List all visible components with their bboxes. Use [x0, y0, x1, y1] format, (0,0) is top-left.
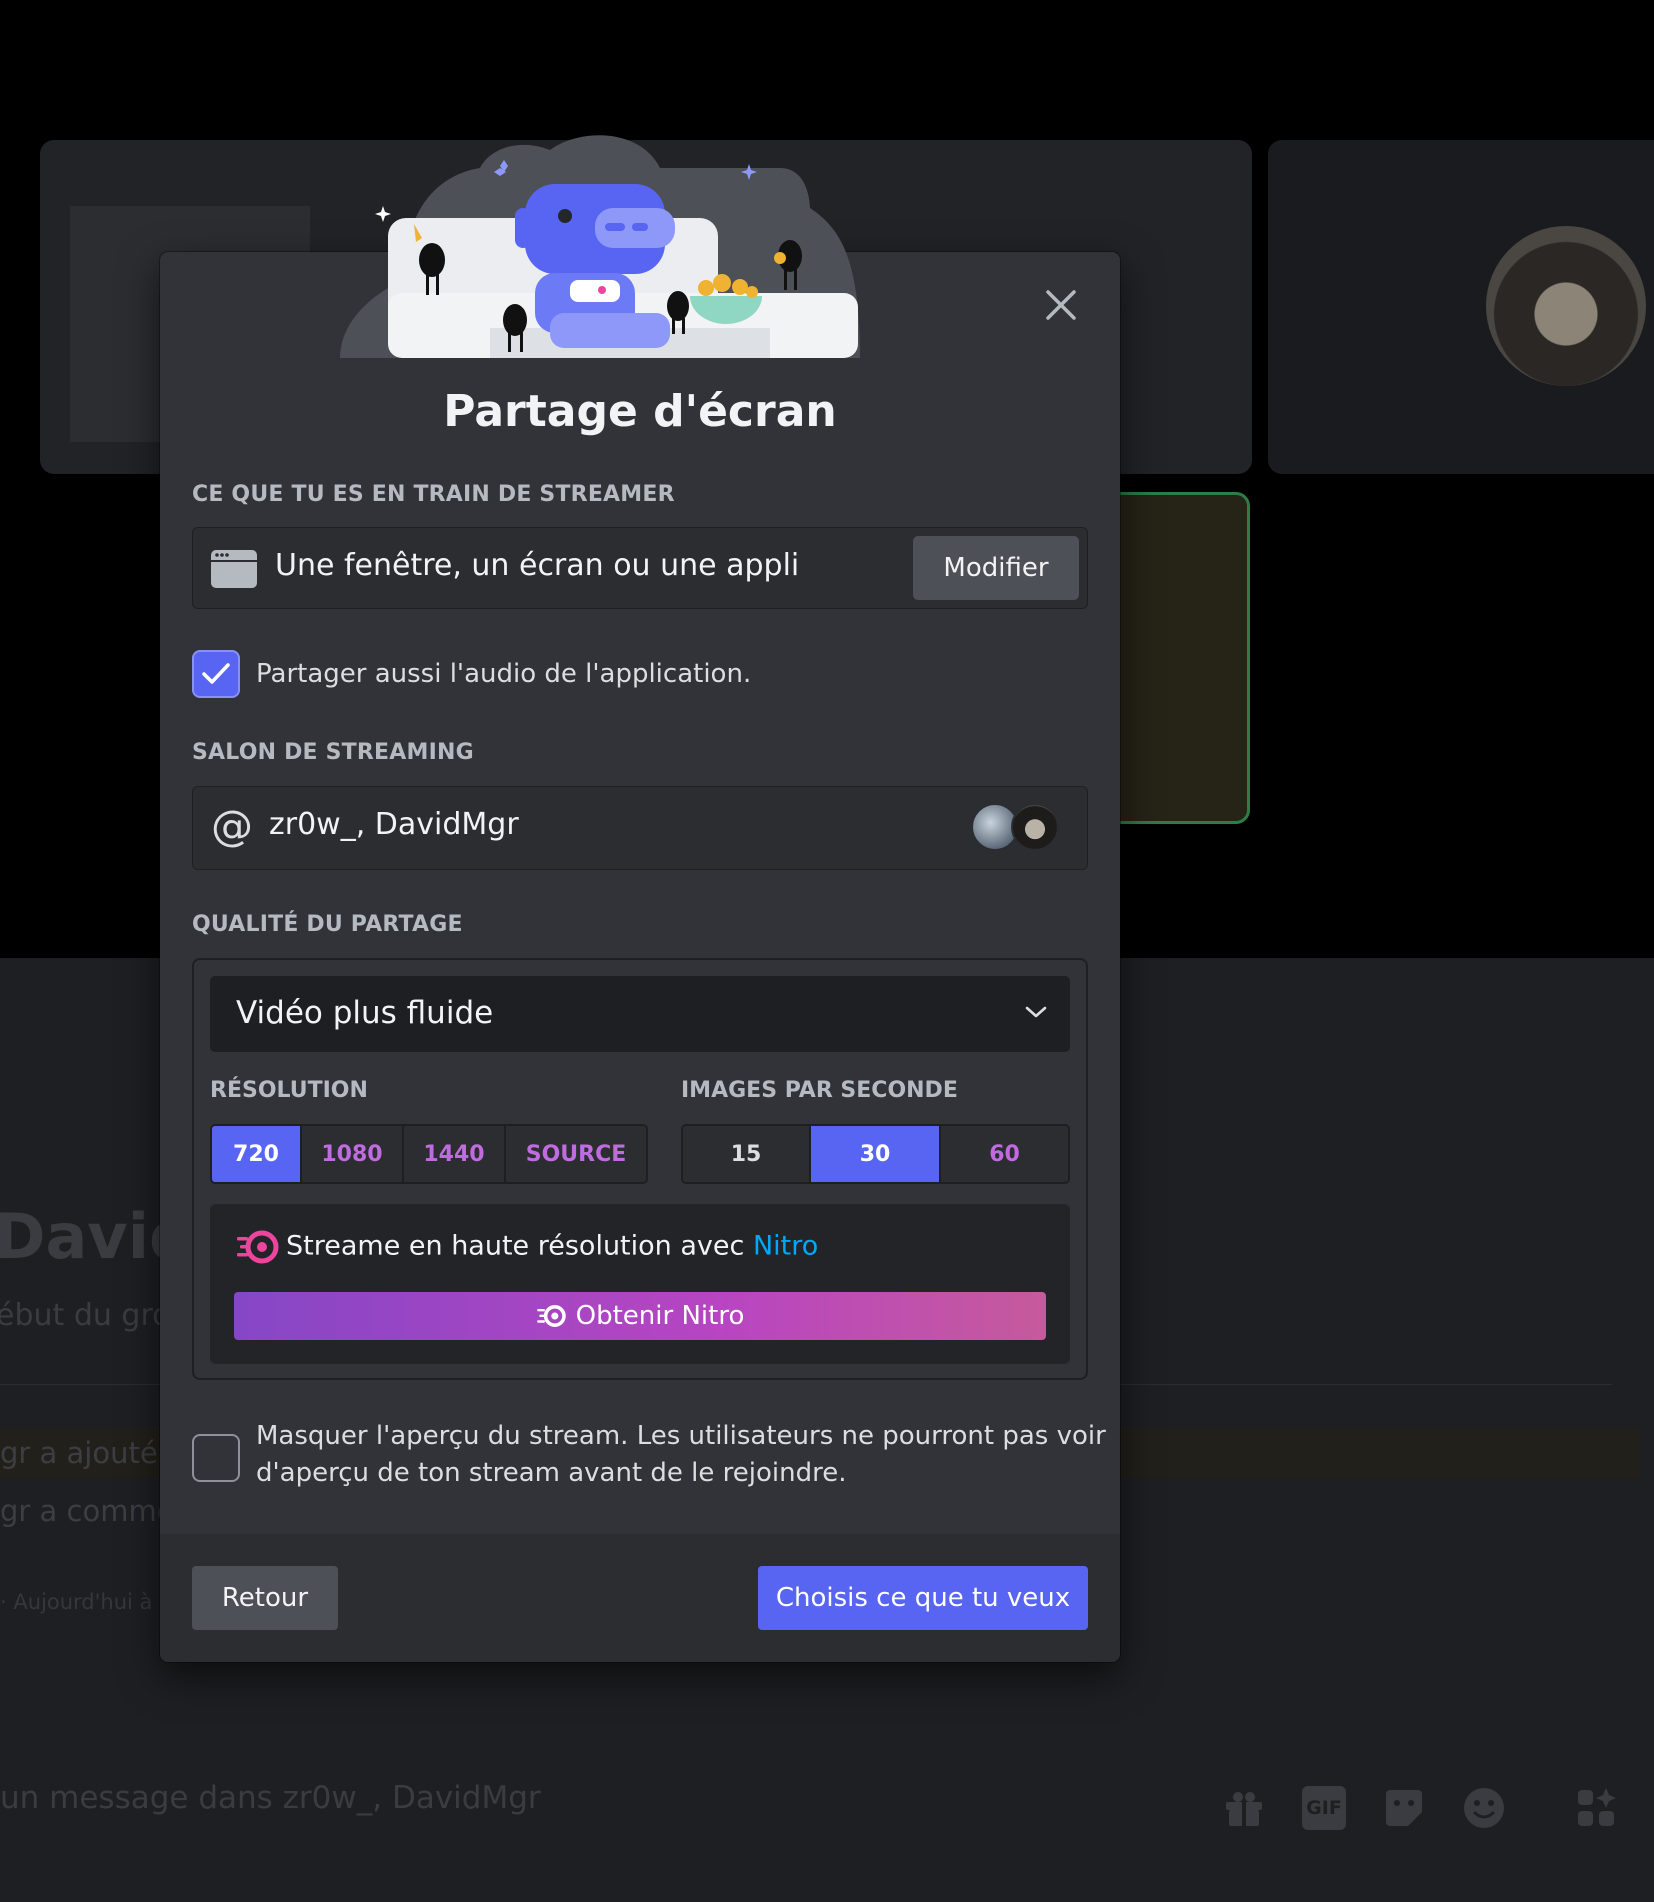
quality-section-label: QUALITÉ DU PARTAGE — [192, 912, 463, 937]
sticker-icon[interactable] — [1382, 1786, 1426, 1830]
resolution-label: RÉSOLUTION — [210, 1078, 368, 1103]
get-nitro-label: Obtenir Nitro — [575, 1301, 745, 1331]
screen-share-illustration — [340, 135, 860, 358]
resolution-option-1440[interactable]: 1440 — [404, 1126, 506, 1182]
share-audio-label: Partager aussi l'audio de l'application. — [256, 659, 752, 689]
quality-preset-value: Vidéo plus fluide — [236, 995, 494, 1031]
resolution-segmented-control: 720 1080 1440 SOURCE — [210, 1124, 648, 1184]
timestamp: · Aujourd'hui à — [0, 1590, 153, 1614]
choose-source-button[interactable]: Choisis ce que tu veux — [758, 1566, 1088, 1630]
video-tile-user[interactable] — [1268, 140, 1654, 474]
channel-section-label: SALON DE STREAMING — [192, 740, 474, 765]
resolution-option-1080[interactable]: 1080 — [302, 1126, 404, 1182]
channel-name: zr0w_, DavidMgr — [269, 807, 519, 842]
gif-icon[interactable]: GIF — [1302, 1786, 1346, 1830]
stream-source-selector: Une fenêtre, un écran ou une appli Modif… — [192, 527, 1088, 609]
video-tile-speaking[interactable] — [1100, 492, 1250, 824]
fps-segmented-control: 15 30 60 — [681, 1124, 1070, 1184]
nitro-icon — [536, 1305, 566, 1327]
hide-preview-label: Masquer l'aperçu du stream. Les utilisat… — [256, 1421, 1106, 1488]
fps-option-30[interactable]: 30 — [811, 1126, 941, 1182]
screen-share-modal: Partage d'écran CE QUE TU ES EN TRAIN DE… — [160, 135, 1120, 1662]
back-button[interactable]: Retour — [192, 1566, 338, 1630]
message-input[interactable]: un message dans zr0w_, DavidMgr — [0, 1780, 541, 1816]
modify-button[interactable]: Modifier — [913, 536, 1079, 600]
nitro-upsell: Streame en haute résolution avec Nitro O… — [210, 1204, 1070, 1364]
quality-preset-select[interactable]: Vidéo plus fluide — [210, 976, 1070, 1052]
modal-title: Partage d'écran — [443, 386, 837, 437]
close-icon[interactable] — [1042, 286, 1080, 324]
chevron-down-icon — [1025, 1006, 1047, 1018]
system-message: gr a comme — [0, 1494, 175, 1528]
quality-panel: Vidéo plus fluide RÉSOLUTION 720 1080 14… — [192, 958, 1088, 1380]
nitro-link[interactable]: Nitro — [753, 1231, 818, 1262]
at-icon: @ — [211, 801, 253, 850]
apps-icon[interactable] — [1574, 1786, 1618, 1830]
emoji-icon[interactable] — [1462, 1786, 1506, 1830]
checkmark-icon — [202, 663, 230, 684]
modal-footer: Retour Choisis ce que tu veux — [160, 1534, 1120, 1662]
nitro-icon — [237, 1230, 279, 1264]
streaming-section-label: CE QUE TU ES EN TRAIN DE STREAMER — [192, 482, 675, 507]
gift-icon[interactable] — [1222, 1786, 1266, 1830]
streaming-channel: @ zr0w_, DavidMgr — [192, 786, 1088, 870]
fps-label: IMAGES PAR SECONDE — [681, 1078, 958, 1103]
user-avatar — [1486, 226, 1646, 386]
resolution-option-720[interactable]: 720 — [212, 1126, 302, 1182]
nitro-upsell-text: Streame en haute résolution avec Nitro — [236, 1230, 818, 1264]
get-nitro-button[interactable]: Obtenir Nitro — [234, 1292, 1046, 1340]
hide-preview-checkbox[interactable] — [192, 1434, 240, 1482]
resolution-option-source[interactable]: SOURCE — [506, 1126, 646, 1182]
share-audio-checkbox[interactable] — [192, 650, 240, 698]
window-icon — [211, 550, 257, 588]
stream-source-text: Une fenêtre, un écran ou une appli — [275, 548, 800, 583]
fps-option-60[interactable]: 60 — [941, 1126, 1068, 1182]
avatar — [1011, 803, 1059, 851]
fps-option-15[interactable]: 15 — [683, 1126, 811, 1182]
